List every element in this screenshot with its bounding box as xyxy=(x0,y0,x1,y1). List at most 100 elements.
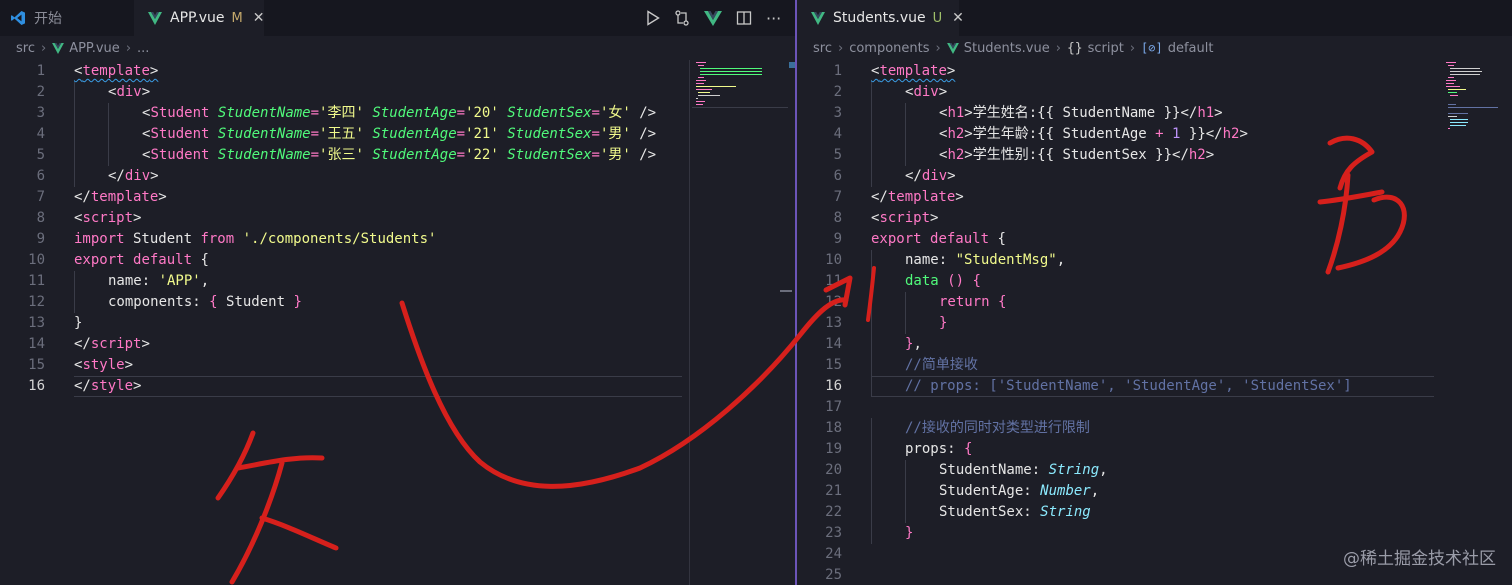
run-icon[interactable] xyxy=(646,10,660,26)
code-token: , xyxy=(1090,483,1100,499)
tab-label: 开始 xyxy=(34,11,62,27)
code-line[interactable]: 18 //接收的同时对类型进行限制 xyxy=(797,418,1442,439)
code-line[interactable]: 21 StudentAge: Number, xyxy=(797,481,1442,502)
minimap[interactable] xyxy=(1442,60,1512,180)
code-text: components: { Student } xyxy=(108,292,302,313)
code-line[interactable]: 9 export default { xyxy=(797,229,1442,250)
code-line[interactable]: 1 <template> xyxy=(0,61,690,82)
code-line[interactable]: 4 <Student StudentName='王五' StudentAge='2… xyxy=(0,124,690,145)
code-token: { xyxy=(972,273,981,289)
split-editor-icon[interactable] xyxy=(736,10,752,26)
code-token: default xyxy=(930,231,990,247)
code-line[interactable]: 22 StudentSex: String xyxy=(797,502,1442,523)
breadcrumb-file[interactable]: Students.vue xyxy=(964,41,1050,56)
code-line[interactable]: 9 import Student from './components/Stude… xyxy=(0,229,690,250)
code-token: >学生年龄:{{ StudentAge xyxy=(964,126,1156,142)
code-line[interactable]: 10 name: "StudentMsg", xyxy=(797,250,1442,271)
code-line[interactable]: 7 </template> xyxy=(797,187,1442,208)
code-line[interactable]: 15 <style> xyxy=(0,355,690,376)
code-line[interactable]: 11 name: 'APP', xyxy=(0,271,690,292)
code-line[interactable]: 15 //简单接收 xyxy=(797,355,1442,376)
code-line[interactable]: 5 <Student StudentName='张三' StudentAge='2… xyxy=(0,145,690,166)
code-token: export xyxy=(871,231,922,247)
close-icon[interactable]: ✕ xyxy=(952,10,964,26)
indent-guide xyxy=(871,82,872,103)
code-line[interactable]: 12 components: { Student } xyxy=(0,292,690,313)
code-line[interactable]: 13} xyxy=(797,313,1442,334)
code-line[interactable]: 16 // props: ['StudentName', 'StudentAge'… xyxy=(797,376,1442,397)
code-token: '21' xyxy=(465,126,499,142)
chevron-right-icon: › xyxy=(125,40,132,56)
breadcrumb-folder[interactable]: src xyxy=(16,41,35,56)
indent-guide xyxy=(871,271,872,292)
line-number: 6 xyxy=(833,168,842,184)
code-text: StudentAge: Number, xyxy=(939,481,1099,502)
code-line[interactable]: 16 </style> xyxy=(0,376,690,397)
code-line[interactable]: 10 export default { xyxy=(0,250,690,271)
vertical-scrollbar[interactable] xyxy=(689,60,690,585)
code-text: <div> xyxy=(108,82,150,103)
breadcrumb-folder[interactable]: src xyxy=(813,41,832,56)
code-line[interactable]: 20 StudentName: String, xyxy=(797,460,1442,481)
breadcrumb-symbol[interactable]: default xyxy=(1168,41,1214,56)
line-number: 3 xyxy=(833,105,842,121)
code-line[interactable]: 14 </script> xyxy=(0,334,690,355)
code-line[interactable]: 19 props: { xyxy=(797,439,1442,460)
vue-split-icon[interactable] xyxy=(704,10,722,26)
code-token: = xyxy=(310,147,320,163)
code-line[interactable]: 2 <div> xyxy=(0,82,690,103)
close-icon[interactable]: ✕ xyxy=(253,10,265,26)
code-line[interactable]: 12 return { xyxy=(797,292,1442,313)
code-token: /> xyxy=(630,126,657,142)
code-line[interactable]: 5 <h2>学生性别:{{ StudentSex }}</h2> xyxy=(797,145,1442,166)
code-line[interactable]: 3 <h1>学生姓名:{{ StudentName }}</h1> xyxy=(797,103,1442,124)
code-line[interactable]: 13} xyxy=(0,313,690,334)
code-token: //简单接收 xyxy=(905,357,978,373)
watermark: @稀土掘金技术社区 xyxy=(1343,549,1496,569)
indent-guide xyxy=(74,103,75,124)
more-actions-icon[interactable]: ··· xyxy=(766,9,781,28)
code-line[interactable]: 6 </div> xyxy=(797,166,1442,187)
indent-guide xyxy=(871,502,872,523)
tab-students-vue[interactable]: Students.vue U ✕ xyxy=(797,0,964,36)
code-text: data () { xyxy=(905,271,981,292)
code-line[interactable]: 3 <Student StudentName='李四' StudentAge='2… xyxy=(0,103,690,124)
code-line[interactable]: 23} xyxy=(797,523,1442,544)
code-token: '20' xyxy=(465,105,499,121)
braces-icon: {} xyxy=(1066,40,1083,56)
code-token: return xyxy=(939,294,990,310)
code-text: </div> xyxy=(905,166,956,187)
code-token: '张三' xyxy=(319,147,364,163)
code-token: StudentSex: xyxy=(939,504,1041,520)
code-line[interactable]: 4 <h2>学生年龄:{{ StudentAge + 1 }}</h2> xyxy=(797,124,1442,145)
indent-guide xyxy=(74,82,75,103)
minimap[interactable] xyxy=(692,60,792,180)
code-line[interactable]: 14}, xyxy=(797,334,1442,355)
code-token: () xyxy=(947,273,965,289)
code-line[interactable]: 17 xyxy=(797,397,1442,418)
code-token: > xyxy=(947,168,956,184)
sash-handle[interactable] xyxy=(780,290,792,292)
code-line[interactable]: 6 </div> xyxy=(0,166,690,187)
code-token: }}</ xyxy=(1180,126,1223,142)
code-line[interactable]: 8 <script> xyxy=(797,208,1442,229)
breadcrumb-subfolder[interactable]: components xyxy=(849,41,929,56)
line-number: 12 xyxy=(825,294,842,310)
code-token: > xyxy=(133,210,142,226)
code-editor-left[interactable]: 1 <template> 2 <div> 3 <Student StudentName='… xyxy=(0,61,690,397)
source-control-compare-icon[interactable] xyxy=(674,10,690,26)
code-text: } xyxy=(74,313,82,334)
code-editor-right[interactable]: 1 <template> 2 <div> 3 <h1>学生姓名:{{ StudentNam… xyxy=(797,61,1442,585)
breadcrumb-file[interactable]: APP.vue xyxy=(69,41,120,56)
code-line[interactable]: 1 <template> xyxy=(797,61,1442,82)
code-line[interactable]: 8 <script> xyxy=(0,208,690,229)
indent-guide xyxy=(871,355,872,376)
code-line[interactable]: 7 </template> xyxy=(0,187,690,208)
code-text: // props: ['StudentName', 'StudentAge', … xyxy=(905,376,1352,397)
tab-start[interactable]: 开始 xyxy=(0,0,132,36)
breadcrumb-script[interactable]: script xyxy=(1088,41,1124,56)
breadcrumb-more[interactable]: ... xyxy=(137,41,149,56)
code-line[interactable]: 11 data () { xyxy=(797,271,1442,292)
tab-app-vue[interactable]: APP.vue M ✕ xyxy=(134,0,264,36)
code-line[interactable]: 2 <div> xyxy=(797,82,1442,103)
